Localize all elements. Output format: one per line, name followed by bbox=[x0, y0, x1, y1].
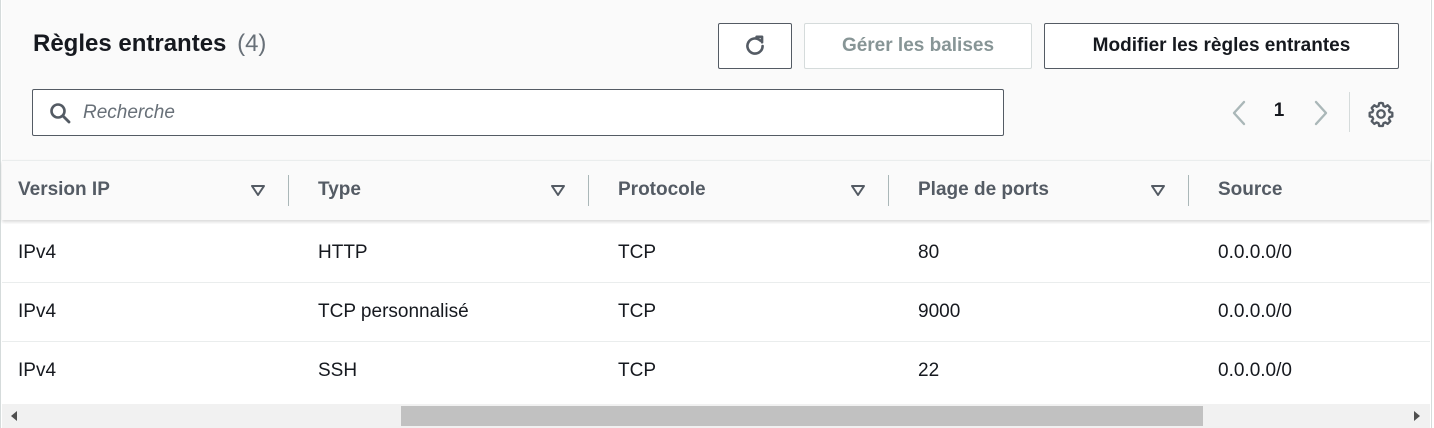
manage-tags-button[interactable]: Gérer les balises bbox=[804, 23, 1032, 69]
pagination-divider bbox=[1349, 92, 1350, 132]
table-row[interactable]: IPv4 TCP personnalisé TCP 9000 0.0.0.0/0 bbox=[2, 283, 1430, 342]
edit-inbound-rules-button[interactable]: Modifier les règles entrantes bbox=[1044, 23, 1399, 69]
sort-caret-icon[interactable] bbox=[1150, 182, 1166, 198]
column-header-label: Source bbox=[1218, 179, 1283, 200]
cell-source: 0.0.0.0/0 bbox=[1218, 242, 1292, 263]
table-row[interactable]: IPv4 HTTP TCP 80 0.0.0.0/0 bbox=[2, 224, 1430, 283]
chevron-right-icon[interactable] bbox=[1307, 96, 1335, 130]
cell-type: TCP personnalisé bbox=[318, 301, 469, 322]
column-header-label: Plage de ports bbox=[918, 179, 1049, 200]
search-input[interactable] bbox=[81, 96, 985, 130]
refresh-button[interactable] bbox=[718, 23, 792, 69]
column-resizer[interactable] bbox=[888, 175, 889, 206]
cell-port-range: 9000 bbox=[918, 301, 961, 322]
table-row[interactable]: IPv4 SSH TCP 22 0.0.0.0/0 bbox=[2, 342, 1430, 401]
cell-protocol: TCP bbox=[618, 360, 656, 381]
horizontal-scrollbar[interactable] bbox=[2, 404, 1430, 428]
refresh-icon bbox=[746, 35, 764, 55]
cell-port-range: 22 bbox=[918, 360, 940, 381]
cell-protocol: TCP bbox=[618, 242, 656, 263]
column-header-label: Type bbox=[318, 179, 361, 200]
cell-protocol: TCP bbox=[618, 301, 656, 322]
cell-source: 0.0.0.0/0 bbox=[1218, 301, 1292, 322]
cell-ip-version: IPv4 bbox=[18, 242, 57, 263]
inbound-rules-panel: Règles entrantes (4) Gérer les balises M… bbox=[0, 0, 1432, 428]
sort-caret-icon[interactable] bbox=[850, 182, 866, 198]
sort-caret-icon[interactable] bbox=[550, 182, 566, 198]
column-header-label: Version IP bbox=[18, 179, 110, 200]
column-header-port-range[interactable]: Plage de ports bbox=[918, 161, 1049, 219]
scrollbar-thumb[interactable] bbox=[401, 406, 1203, 426]
scroll-left-arrow-icon[interactable] bbox=[11, 411, 17, 421]
column-resizer[interactable] bbox=[1188, 175, 1189, 206]
search-icon bbox=[50, 103, 71, 124]
column-header-type[interactable]: Type bbox=[318, 161, 361, 219]
column-header-source[interactable]: Source bbox=[1218, 161, 1282, 219]
scroll-right-arrow-icon[interactable] bbox=[1414, 411, 1420, 421]
chevron-left-icon[interactable] bbox=[1225, 96, 1253, 130]
cell-port-range: 80 bbox=[918, 242, 940, 263]
sort-caret-icon[interactable] bbox=[250, 182, 266, 198]
search-box bbox=[32, 89, 1004, 136]
cell-ip-version: IPv4 bbox=[18, 301, 57, 322]
column-header-label: Protocole bbox=[618, 179, 706, 200]
cell-source: 0.0.0.0/0 bbox=[1218, 360, 1292, 381]
rules-count: (4) bbox=[237, 30, 267, 57]
column-resizer[interactable] bbox=[288, 175, 289, 206]
panel-title: Règles entrantes (4) bbox=[33, 30, 266, 58]
column-header-ip-version[interactable]: Version IP bbox=[18, 161, 110, 219]
column-header-protocol[interactable]: Protocole bbox=[618, 161, 706, 219]
panel-title-text: Règles entrantes bbox=[33, 30, 227, 57]
column-resizer[interactable] bbox=[588, 175, 589, 206]
cell-ip-version: IPv4 bbox=[18, 360, 57, 381]
cell-type: HTTP bbox=[318, 242, 368, 263]
cell-type: SSH bbox=[318, 360, 358, 381]
current-page-number[interactable]: 1 bbox=[1267, 100, 1291, 122]
table-header: Version IP Type Protocole Plage de ports… bbox=[2, 160, 1430, 220]
gear-icon[interactable] bbox=[1367, 100, 1395, 128]
